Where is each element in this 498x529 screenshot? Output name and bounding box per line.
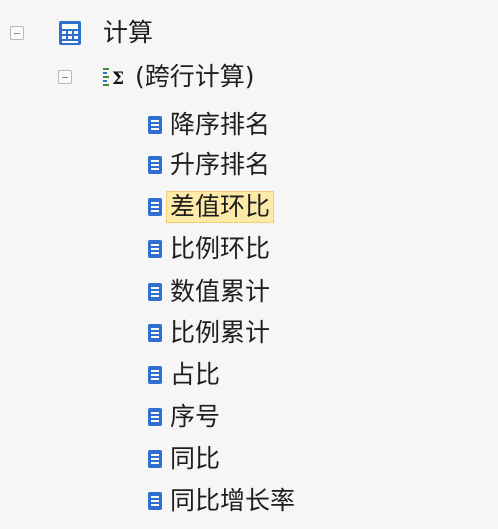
sigma-icon: Σ — [103, 68, 124, 89]
field-icon — [148, 156, 162, 174]
tree-item-label: 占比 — [170, 360, 221, 389]
field-icon — [148, 116, 162, 134]
tree-item-label: 降序排名 — [170, 110, 271, 139]
tree-item[interactable]: 同比 — [147, 440, 223, 478]
tree-item[interactable]: 降序排名 — [147, 106, 273, 144]
tree-item-label: 比例环比 — [170, 234, 271, 263]
tree-item-label: 序号 — [170, 402, 221, 431]
tree-item-selected[interactable]: 差值环比 — [147, 188, 275, 226]
tree-item-label: 同比增长率 — [170, 486, 296, 515]
field-icon — [148, 366, 162, 384]
tree-item-label: 升序排名 — [170, 150, 271, 179]
tree-item[interactable]: 升序排名 — [147, 146, 273, 184]
tree-item[interactable]: 数值累计 — [147, 273, 273, 311]
tree-item-label: 同比 — [170, 444, 221, 473]
field-icon — [148, 450, 162, 468]
tree-node-cross-row-calculation[interactable]: Σ (跨行计算) — [58, 58, 258, 96]
tree-node-label: 计算 — [103, 18, 154, 47]
collapse-toggle[interactable] — [58, 70, 72, 84]
field-icon — [148, 492, 162, 510]
tree-item-label: 差值环比 — [165, 191, 275, 223]
tree-item-label: 比例累计 — [170, 318, 271, 347]
svg-text:Σ: Σ — [112, 69, 124, 89]
tree-item[interactable]: 比例累计 — [147, 314, 273, 352]
tree-node-calculation[interactable]: 计算 — [10, 14, 156, 52]
field-icon — [148, 408, 162, 426]
tree-item[interactable]: 序号 — [147, 398, 223, 436]
collapse-toggle[interactable] — [10, 26, 24, 40]
tree-item[interactable]: 比例环比 — [147, 230, 273, 268]
tree-item[interactable]: 同比增长率 — [147, 482, 298, 520]
field-icon — [148, 240, 162, 258]
field-icon — [148, 324, 162, 342]
field-icon — [148, 283, 162, 301]
field-icon — [148, 198, 162, 216]
tree-item-label: 数值累计 — [170, 277, 271, 306]
tree-node-label: (跨行计算) — [135, 62, 255, 91]
calculation-tree: 计算 Σ (跨行计算) 降序排名 升序排名 差值环比 比例环比 数值累计 比例累… — [0, 0, 498, 529]
calculator-icon — [59, 21, 81, 45]
tree-item[interactable]: 占比 — [147, 356, 223, 394]
